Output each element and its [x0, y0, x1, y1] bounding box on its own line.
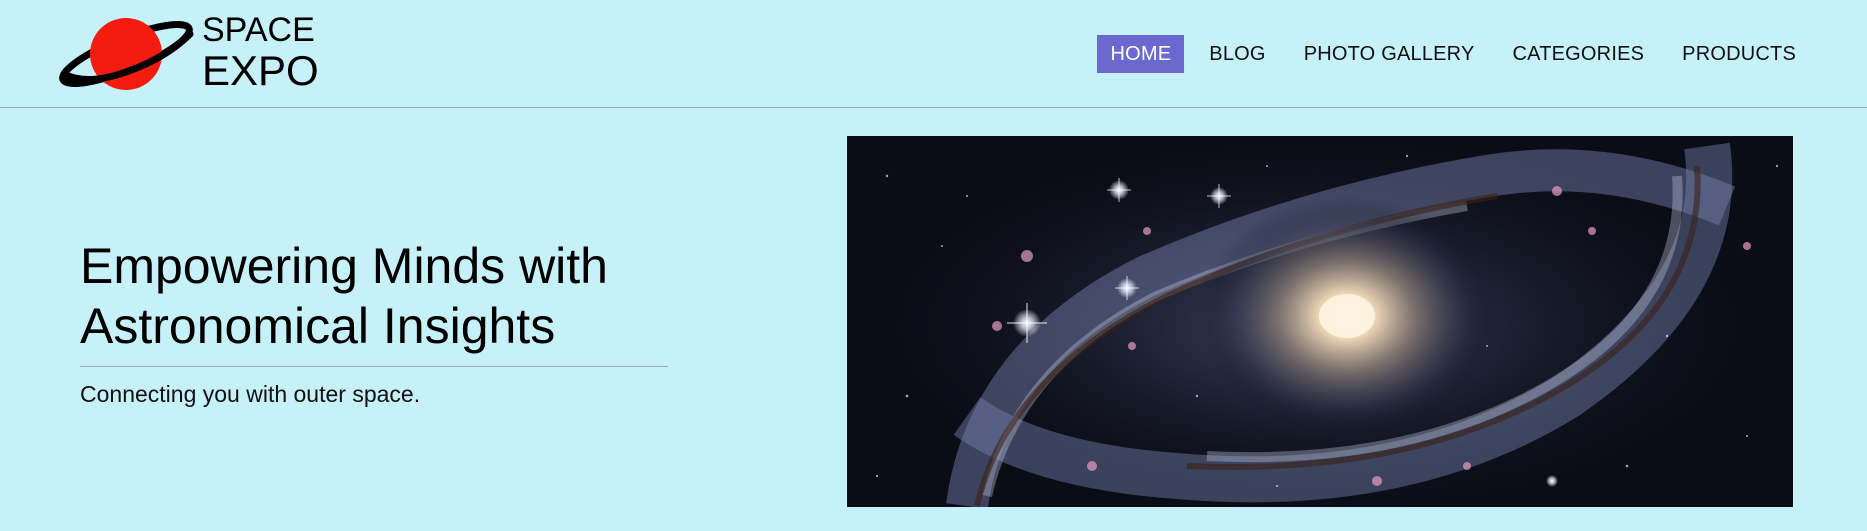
site-header: SPACE EXPO HOME BLOG PHOTO GALLERY CATEG… — [0, 0, 1867, 108]
hero-title: Empowering Minds with Astronomical Insig… — [80, 238, 608, 354]
main-nav: HOME BLOG PHOTO GALLERY CATEGORIES PRODU… — [1085, 35, 1809, 73]
hero-subtitle: Connecting you with outer space. — [80, 381, 421, 407]
planet-logo-icon — [59, 18, 194, 90]
logo-line-2: EXPO — [202, 47, 319, 94]
galaxy-illustration — [847, 136, 1793, 507]
logo-wordmark: SPACE EXPO — [202, 12, 319, 93]
nav-home[interactable]: HOME — [1097, 35, 1185, 73]
nav-photo-gallery[interactable]: PHOTO GALLERY — [1291, 35, 1488, 73]
nav-blog[interactable]: BLOG — [1196, 35, 1278, 73]
spiral-galaxy-image — [847, 136, 1793, 507]
logo-line-1: SPACE — [202, 11, 315, 49]
nav-categories[interactable]: CATEGORIES — [1500, 35, 1658, 73]
site-logo[interactable]: SPACE EXPO — [56, 12, 326, 96]
hero-divider — [80, 366, 668, 367]
nav-products[interactable]: PRODUCTS — [1669, 35, 1809, 73]
